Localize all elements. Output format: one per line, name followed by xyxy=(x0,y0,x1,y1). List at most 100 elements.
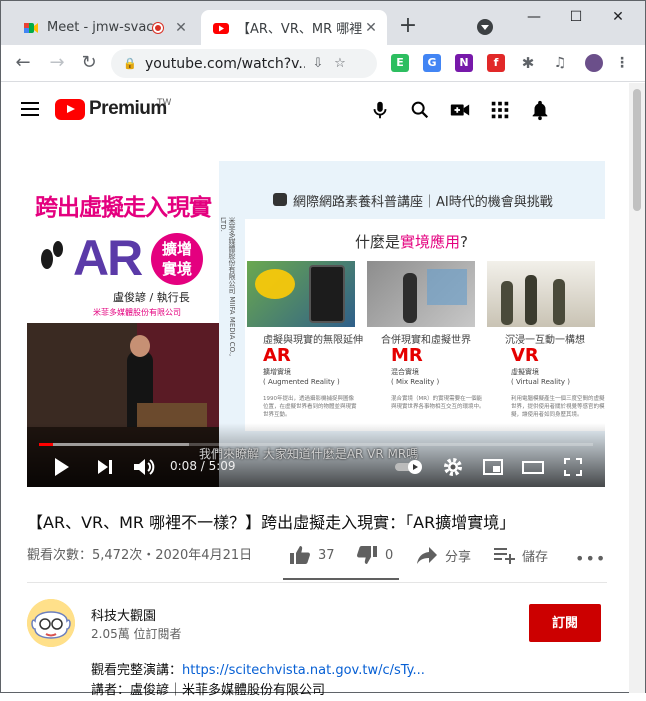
menu-icon[interactable]: ⋮ xyxy=(615,54,629,72)
tab-youtube[interactable]: 【AR、VR、MR 哪裡不 ✕ xyxy=(201,10,387,45)
progress-bar[interactable] xyxy=(39,443,593,446)
reload-icon[interactable]: ↻ xyxy=(79,53,99,73)
column-caption: 虛擬與現實的無限延伸 xyxy=(263,335,363,346)
question-text: 什麼是 xyxy=(355,233,401,251)
ar-photo xyxy=(247,261,355,327)
column-sub2: ( Mix Reality ) xyxy=(391,378,440,386)
media-icon[interactable]: ♫ xyxy=(551,54,569,72)
channel-avatar[interactable] xyxy=(27,599,75,647)
recording-icon xyxy=(153,22,163,33)
back-arrow-icon[interactable]: ← xyxy=(13,53,33,73)
tab-meet[interactable]: Meet - jmw-svac- ✕ xyxy=(11,10,197,45)
slide-heading: 網際網路素養科普講座｜AI時代的機會與挑戰 xyxy=(293,195,553,210)
question-text: ? xyxy=(460,233,468,251)
evernote-icon[interactable]: E xyxy=(391,54,409,72)
minimize-button[interactable]: — xyxy=(521,7,547,27)
share-icon xyxy=(417,547,437,564)
url-text[interactable]: youtube.com/watch?v... xyxy=(145,56,305,72)
settings-icon[interactable] xyxy=(441,455,465,479)
notifications-icon[interactable] xyxy=(529,99,551,121)
meet-icon xyxy=(24,22,38,33)
column-caption: 沉浸一互動一構想 xyxy=(505,335,585,346)
browser-toolbar: ← → ↻ 🔒 youtube.com/watch?v... ⇩ ☆ E G N… xyxy=(1,45,645,82)
bookmark-star-icon[interactable]: ☆ xyxy=(331,56,349,71)
channel-avatar-icon xyxy=(27,599,75,647)
address-bar[interactable]: 🔒 youtube.com/watch?v... ⇩ ☆ xyxy=(111,49,377,78)
thumbs-down-icon xyxy=(357,546,377,564)
footprint-icon xyxy=(41,241,63,269)
apps-icon[interactable] xyxy=(489,99,511,121)
share-button[interactable]: 分享 xyxy=(415,542,471,568)
subscribe-button[interactable]: 訂閱 xyxy=(529,604,601,642)
column-sub2: ( Virtual Reality ) xyxy=(511,378,570,386)
fullscreen-icon[interactable] xyxy=(561,455,585,479)
theater-icon[interactable] xyxy=(521,455,545,479)
next-icon[interactable] xyxy=(93,455,117,479)
progress-played xyxy=(39,443,54,446)
column-sub: 擴增實境 ( Augmented Reality ) xyxy=(263,367,340,387)
region-code: TW xyxy=(157,98,172,108)
tab-title: Meet - jmw-svac- xyxy=(47,20,153,35)
column-caption: 合併現實和虛擬世界 xyxy=(381,335,471,346)
profile-avatar[interactable] xyxy=(585,54,603,72)
close-tab-icon[interactable]: ✕ xyxy=(173,20,189,36)
channel-name[interactable]: 科技大觀園 xyxy=(91,605,156,624)
tab-title: 【AR、VR、MR 哪裡不 xyxy=(237,22,363,37)
tab-search-icon[interactable] xyxy=(477,19,493,35)
video-player[interactable]: 跨出虛擬走入現實 AR 擴增 實境 盧俊諺 / 執行長 米菲多媒體股份有限公司 … xyxy=(27,161,605,487)
description-link[interactable]: https://scitechvista.nat.gov.tw/c/sTy... xyxy=(182,663,425,678)
description-line: 觀看完整演講：https://scitechvista.nat.gov.tw/c… xyxy=(91,661,425,681)
description-prefix: 觀看完整演講： xyxy=(91,663,183,678)
youtube-icon xyxy=(213,22,229,34)
slide-speaker: 盧俊諺 / 執行長 xyxy=(113,291,190,304)
flipboard-icon[interactable]: f xyxy=(487,54,505,72)
divider xyxy=(27,582,607,583)
lock-icon[interactable]: 🔒 xyxy=(123,57,137,70)
slide-vertical-text: 米菲多媒體股份有限公司 MIIFA MEDIA CO., LTD. xyxy=(219,217,236,357)
tab-strip: Meet - jmw-svac- ✕ 【AR、VR、MR 哪裡不 ✕ + — ☐… xyxy=(1,1,645,45)
more-actions-icon[interactable]: ••• xyxy=(575,549,606,568)
thumbs-up-icon xyxy=(290,546,310,564)
speaker-head xyxy=(130,335,150,357)
youtube-logo[interactable] xyxy=(55,99,85,120)
onenote-icon[interactable]: N xyxy=(455,54,473,72)
volume-icon[interactable] xyxy=(131,455,157,479)
mic-icon[interactable] xyxy=(369,99,391,121)
maximize-button[interactable]: ☐ xyxy=(563,7,589,27)
menu-hamburger-icon[interactable] xyxy=(21,102,39,116)
new-tab-button[interactable]: + xyxy=(397,15,419,37)
scrollbar-thumb[interactable] xyxy=(633,89,641,211)
install-icon[interactable]: ⇩ xyxy=(309,56,327,71)
dislike-button[interactable]: 0 xyxy=(355,542,393,568)
browser-window: Meet - jmw-svac- ✕ 【AR、VR、MR 哪裡不 ✕ + — ☐… xyxy=(0,0,646,698)
video-title: 【AR、VR、MR 哪裡不一樣？】跨出虛擬走入現實：「AR擴增實境」 xyxy=(27,513,516,532)
progress-loaded xyxy=(39,443,189,446)
play-icon[interactable] xyxy=(49,455,73,479)
search-icon[interactable] xyxy=(409,99,431,121)
slide-title-area: 跨出虛擬走入現實 AR 擴增 實境 盧俊諺 / 執行長 米菲多媒體股份有限公司 xyxy=(27,161,219,323)
playlist-add-icon xyxy=(494,548,515,564)
brand-text[interactable]: Premium xyxy=(89,98,167,120)
column-para: 混合實境（MR）的實現需要在一個能與現實世界各事物相互交互的環境中。 xyxy=(391,396,485,410)
robot-icon xyxy=(273,193,287,206)
close-tab-icon[interactable]: ✕ xyxy=(363,20,379,36)
miniplayer-icon[interactable] xyxy=(481,455,505,479)
sentiment-fill xyxy=(283,578,399,580)
close-window-button[interactable]: ✕ xyxy=(605,7,631,27)
slide-title: 跨出虛擬走入現實 xyxy=(35,195,212,221)
puzzle-icon[interactable]: ✱ xyxy=(519,54,537,72)
create-video-icon[interactable] xyxy=(449,99,471,121)
autoplay-toggle[interactable] xyxy=(393,455,427,479)
youtube-header: Premium TW xyxy=(1,83,629,137)
slide-panel: 什麼是實境應用? 虛擬與現實的無限延伸 AR 擴增實境 ( Augmented R… xyxy=(245,219,605,431)
column-code: AR xyxy=(263,345,291,366)
video-meta: 觀看次數：5,472次・2020年4月21日 xyxy=(27,548,253,563)
column-code: MR xyxy=(391,345,423,366)
time-display: 0:08 / 5:09 xyxy=(170,459,236,473)
slide-ar-word: AR xyxy=(73,230,143,286)
translate-icon[interactable]: G xyxy=(423,54,441,72)
page-scrollbar[interactable] xyxy=(629,83,645,693)
forward-arrow-icon[interactable]: → xyxy=(47,53,67,73)
save-button[interactable]: 儲存 xyxy=(492,542,548,568)
like-button[interactable]: 37 xyxy=(288,542,335,568)
